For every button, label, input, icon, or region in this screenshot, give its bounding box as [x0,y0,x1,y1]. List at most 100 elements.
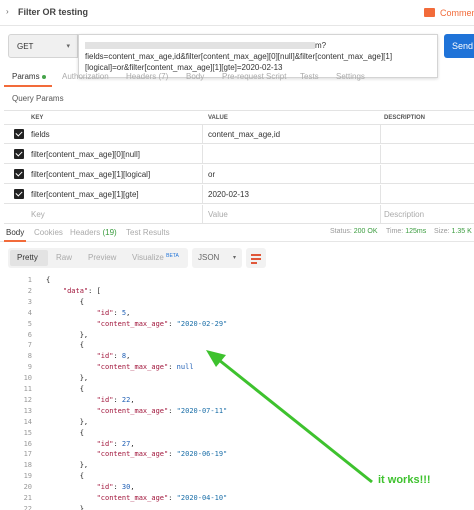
response-headers-label: Headers [70,228,101,237]
status-label: Status: [330,228,352,235]
code-line: "id": 5, [96,308,131,317]
chevron-down-icon: ▾ [232,255,236,261]
line-number: 11 [23,385,32,393]
param-key[interactable]: fields [31,130,50,139]
param-checkbox[interactable] [14,169,24,179]
line-number: 4 [27,308,32,317]
line-number: 1 [27,276,32,284]
line-number: 17 [23,450,32,459]
code-line: "id": 22, [96,395,135,404]
wrap-icon [251,254,261,256]
param-checkbox[interactable] [14,129,24,139]
header-value: VALUE [208,115,228,121]
tab-settings[interactable]: Settings [336,72,365,81]
table-row: filter[content_max_age][1][logical] or [4,165,474,184]
time-readout: Time: 125ms [386,228,426,235]
method-label: GET [17,42,34,51]
send-label: Send [452,41,474,51]
pretty-button[interactable]: Pretty [17,253,38,262]
code-line: }, [46,374,89,383]
method-select[interactable]: GET ▾ [8,34,78,58]
comments-button[interactable]: Commen [440,8,474,18]
request-title[interactable]: Filter OR testing [18,7,88,17]
code-line: { [46,472,84,481]
size-label: Size: [434,228,450,235]
line-number: 22 [23,504,32,510]
wrap-lines-button[interactable] [246,248,266,268]
param-checkbox[interactable] [14,149,24,159]
line-number: 6 [27,330,32,339]
format-select[interactable]: JSON ▾ [192,248,242,268]
tab-response-headers[interactable]: Headers (19) [70,228,117,237]
param-checkbox[interactable] [14,189,24,199]
key-placeholder[interactable]: Key [31,210,45,219]
tab-authorization[interactable]: Authorization [62,72,109,81]
code-line: }, [46,417,89,426]
code-line: "content_max_age": null [96,363,194,372]
raw-button[interactable]: Raw [56,253,72,262]
line-number: 5 [27,319,32,328]
tab-cookies[interactable]: Cookies [34,228,63,237]
visualize-label: Visualize [132,253,164,262]
table-row: filter[content_max_age][1][gte] 2020-02-… [4,185,474,204]
chevron-right-icon[interactable]: › [6,7,9,16]
code-line: { [46,385,84,393]
params-active-dot [42,75,46,79]
param-key[interactable]: filter[content_max_age][1][logical] [31,170,150,179]
code-line: "data": [ [62,286,101,295]
time-label: Time: [386,228,404,235]
code-line: "content_max_age": "2020-06-19" [96,450,228,459]
code-line: }, [46,504,89,510]
code-line: "content_max_age": "2020-02-29" [96,319,228,328]
param-value[interactable]: content_max_age,id [208,130,280,139]
line-number: 3 [27,297,32,306]
table-header: KEY VALUE DESCRIPTION [4,111,474,125]
line-number: 12 [23,395,32,404]
status-readout: Status: 200 OK [330,228,378,235]
response-tabs: Body Cookies Headers (19) Test Results S… [0,224,474,242]
comment-icon[interactable] [424,8,435,17]
send-button[interactable]: Send [444,34,474,58]
table-row: fields content_max_age,id [4,125,474,144]
url-line-2: fields=content_max_age,id&filter[content… [85,52,393,61]
param-value[interactable]: 2020-02-13 [208,190,249,199]
description-placeholder[interactable]: Description [384,210,424,219]
title-bar: › Filter OR testing Commen [0,0,474,26]
param-key[interactable]: filter[content_max_age][1][gte] [31,190,139,199]
code-line: { [46,341,84,350]
headers-count: (19) [102,228,117,237]
tab-body[interactable]: Body [186,72,204,81]
preview-button[interactable]: Preview [88,253,116,262]
param-key[interactable]: filter[content_max_age][0][null] [31,150,140,159]
line-number: 9 [27,363,32,372]
code-line: "content_max_age": "2020-04-10" [96,494,228,502]
line-number: 20 [23,483,32,492]
redacted-url-part [85,42,315,50]
code-line: "content_max_age": "2020-07-11" [96,406,228,415]
tab-headers[interactable]: Headers (7) [126,72,168,81]
tab-tests[interactable]: Tests [300,72,319,81]
tab-params[interactable]: Params [12,72,40,81]
time-value: 125ms [405,228,427,235]
tab-pre-request-script[interactable]: Pre-request Script [222,72,286,81]
code-line: { [46,428,84,437]
line-number: 10 [23,374,32,383]
beta-badge: BETA [166,253,179,259]
view-mode-group: Pretty Raw Preview Visualize BETA [8,248,188,268]
code-line: "id": 8, [96,352,131,361]
param-value[interactable]: or [208,170,215,179]
tab-response-body[interactable]: Body [6,228,24,237]
value-placeholder[interactable]: Value [208,210,228,219]
response-toolbar: Pretty Raw Preview Visualize BETA JSON ▾ [8,248,468,270]
line-number: 19 [23,472,32,481]
table-row-new: Key Value Description [4,205,474,224]
code-line: }, [46,330,89,339]
line-number: 21 [23,494,32,502]
line-number: 15 [23,428,32,437]
header-key: KEY [31,115,44,121]
active-tab-underline [4,240,26,242]
query-params-table: KEY VALUE DESCRIPTION fields content_max… [4,110,474,224]
line-number: 18 [23,461,32,470]
visualize-button[interactable]: Visualize BETA [132,253,179,262]
tab-test-results[interactable]: Test Results [126,228,170,237]
